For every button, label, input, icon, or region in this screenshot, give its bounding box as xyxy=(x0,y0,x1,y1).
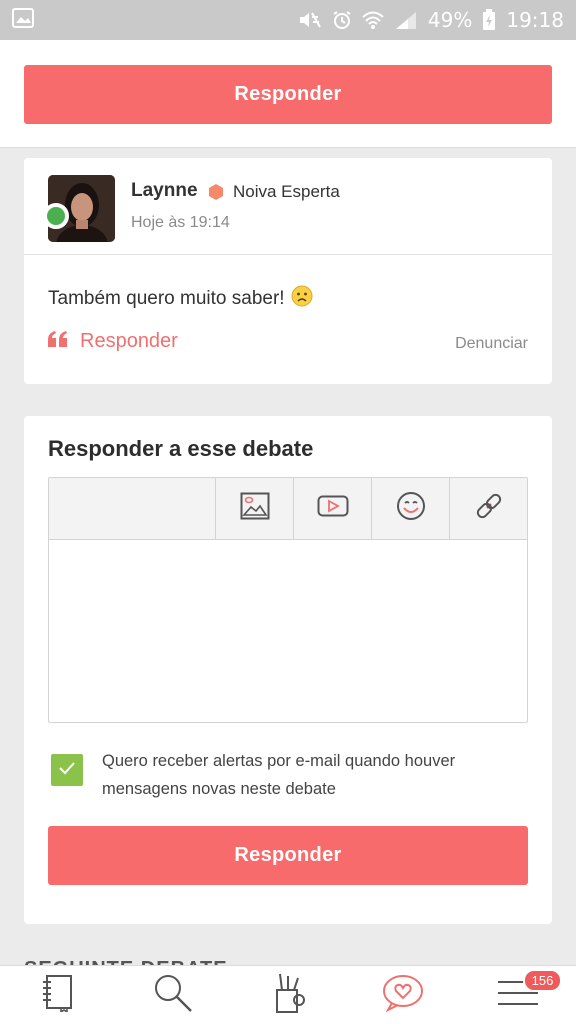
top-reply-button[interactable]: Responder xyxy=(24,65,552,124)
post-reply-link[interactable]: Responder xyxy=(48,330,178,353)
email-alert-label[interactable]: Quero receber alertas por e-mail quando … xyxy=(102,747,502,803)
notebook-icon xyxy=(41,974,75,1017)
tools-icon xyxy=(271,972,305,1019)
top-reply-panel: Responder xyxy=(0,40,576,148)
editor-toolbar xyxy=(49,478,527,540)
video-icon xyxy=(317,495,349,522)
nav-notebook[interactable] xyxy=(28,970,88,1020)
battery-charging-icon xyxy=(482,9,496,31)
insert-video-button[interactable] xyxy=(293,478,371,539)
battery-percent: 49% xyxy=(427,8,473,32)
nav-tools[interactable] xyxy=(258,970,318,1020)
community-heart-icon xyxy=(382,974,424,1017)
quote-icon xyxy=(48,330,68,353)
post-text: Também quero muito saber! xyxy=(48,288,285,309)
author-badge: Noiva Esperta xyxy=(233,182,340,201)
insert-link-button[interactable] xyxy=(449,478,527,539)
wifi-icon xyxy=(362,10,384,30)
post-reply-label: Responder xyxy=(80,330,178,352)
reply-form-card: Responder a esse debate Quero receber al… xyxy=(24,416,552,924)
insert-emoji-button[interactable] xyxy=(371,478,449,539)
signal-icon xyxy=(394,10,418,30)
nav-community[interactable] xyxy=(373,970,433,1020)
alarm-icon xyxy=(332,10,352,30)
checkmark-icon xyxy=(58,761,76,780)
post-header: Laynne Noiva Esperta Hoje às 19:14 xyxy=(24,158,552,255)
insert-image-button[interactable] xyxy=(215,478,293,539)
submit-reply-button[interactable]: Responder xyxy=(48,826,528,885)
report-link[interactable]: Denunciar xyxy=(455,335,528,353)
post-card: Laynne Noiva Esperta Hoje às 19:14 També… xyxy=(24,158,552,384)
search-icon xyxy=(153,973,193,1018)
mute-icon xyxy=(298,10,322,30)
nav-menu[interactable]: 156 xyxy=(488,969,563,1020)
post-body: Também quero muito saber! xyxy=(48,285,313,313)
gallery-icon xyxy=(12,7,34,33)
badge-hexagon-icon xyxy=(208,184,224,205)
emoji-icon xyxy=(396,491,426,526)
online-status-dot xyxy=(43,203,69,229)
image-icon xyxy=(240,492,270,525)
nav-search[interactable] xyxy=(143,970,203,1020)
email-alert-checkbox[interactable] xyxy=(51,754,83,786)
notification-badge: 156 xyxy=(522,969,563,992)
author-name[interactable]: Laynne xyxy=(131,180,198,202)
reply-text-area[interactable] xyxy=(49,540,527,723)
post-time: Hoje às 19:14 xyxy=(131,214,230,231)
sad-emoji-icon xyxy=(291,285,313,313)
reply-form-title: Responder a esse debate xyxy=(48,436,314,461)
link-icon xyxy=(474,491,504,526)
clock: 19:18 xyxy=(506,8,564,32)
bottom-nav: 156 xyxy=(0,965,576,1024)
status-bar: 49% 19:18 xyxy=(0,0,576,40)
reply-editor xyxy=(48,477,528,723)
